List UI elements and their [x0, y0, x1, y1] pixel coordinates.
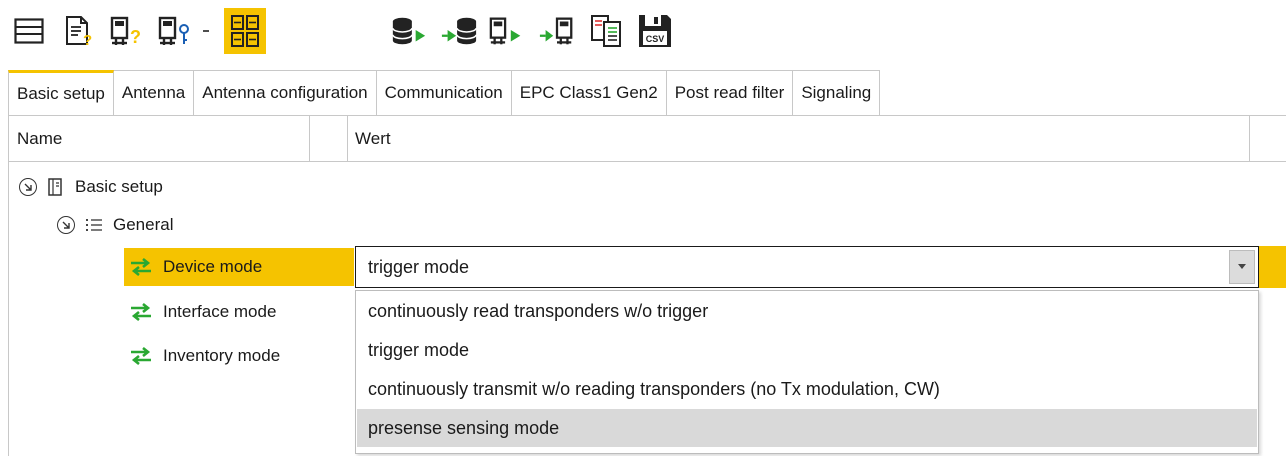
combobox-value: trigger mode: [368, 256, 470, 277]
property-row-interface-mode[interactable]: Interface mode: [124, 293, 354, 331]
tab-label: Antenna: [121, 83, 186, 102]
reader-help-icon[interactable]: ?: [108, 8, 146, 54]
book-icon: [47, 177, 65, 197]
column-header-name[interactable]: Name: [9, 116, 309, 162]
tab-basic-setup[interactable]: Basic setup: [8, 70, 114, 116]
tree-node-label: Basic setup: [75, 177, 163, 196]
property-grid: Name Wert Basic setup General Device mod…: [8, 116, 1286, 456]
save-csv-icon[interactable]: CSV: [636, 8, 674, 54]
tab-label: Antenna configuration: [202, 83, 368, 102]
dropdown-arrow-icon[interactable]: [196, 8, 216, 54]
tab-label: Basic setup: [17, 84, 105, 103]
dropdown-option[interactable]: continuously read transponders w/o trigg…: [357, 292, 1257, 330]
tree-node-basic-setup[interactable]: Basic setup: [19, 168, 163, 206]
toolbar: ? ? CSV: [0, 0, 1286, 62]
reader-key-icon[interactable]: [156, 8, 194, 54]
tab-antenna[interactable]: Antenna: [113, 70, 195, 116]
list-icon: [85, 217, 103, 233]
database-export-icon[interactable]: [390, 8, 428, 54]
csv-badge: CSV: [646, 34, 665, 44]
tab-communication[interactable]: Communication: [376, 70, 512, 116]
combobox-dropdown-button[interactable]: [1229, 250, 1255, 284]
property-label: Device mode: [163, 257, 263, 276]
svg-text:?: ?: [130, 27, 141, 47]
swap-arrows-icon: [129, 303, 153, 321]
document-help-icon[interactable]: ?: [60, 8, 98, 54]
reader-export-icon[interactable]: [488, 8, 526, 54]
tab-signaling[interactable]: Signaling: [793, 70, 881, 116]
column-header-value[interactable]: Wert: [347, 116, 1247, 162]
column-separator[interactable]: [309, 116, 310, 162]
tab-label: Post read filter: [674, 83, 785, 102]
swap-arrows-icon: [129, 258, 153, 276]
property-row-device-mode[interactable]: Device mode: [124, 248, 354, 286]
tab-antenna-configuration[interactable]: Antenna configuration: [194, 70, 377, 116]
grid-header: Name Wert: [9, 116, 1286, 162]
tab-label: EPC Class1 Gen2: [519, 83, 658, 102]
tree-node-label: General: [113, 215, 174, 234]
collapse-icon[interactable]: [57, 216, 75, 234]
compare-documents-icon[interactable]: [588, 8, 626, 54]
device-mode-combobox[interactable]: trigger mode: [355, 246, 1259, 288]
dropdown-option-highlighted[interactable]: presense sensing mode: [357, 409, 1257, 447]
grid-view-icon[interactable]: [224, 8, 266, 54]
database-import-icon[interactable]: [440, 8, 478, 54]
dropdown-option[interactable]: trigger mode: [357, 331, 1257, 369]
svg-text:?: ?: [83, 32, 92, 47]
property-row-inventory-mode[interactable]: Inventory mode: [124, 337, 354, 375]
dropdown-option[interactable]: continuously transmit w/o reading transp…: [357, 370, 1257, 408]
property-label: Interface mode: [163, 302, 277, 321]
tab-bar: Basic setup Antenna Antenna configuratio…: [8, 70, 881, 116]
reader-import-icon[interactable]: [538, 8, 576, 54]
tab-label: Communication: [384, 83, 503, 102]
tab-epc-class1-gen2[interactable]: EPC Class1 Gen2: [511, 70, 667, 116]
property-label: Inventory mode: [163, 346, 281, 365]
tree-node-general[interactable]: General: [57, 206, 173, 244]
selected-row-highlight: [1259, 246, 1286, 288]
swap-arrows-icon: [129, 347, 153, 365]
chevron-down-icon: [1238, 264, 1246, 269]
column-separator[interactable]: [1249, 116, 1250, 162]
tab-post-read-filter[interactable]: Post read filter: [666, 70, 794, 116]
collapse-icon[interactable]: [19, 178, 37, 196]
tab-label: Signaling: [801, 83, 872, 102]
window-layout-icon[interactable]: [10, 8, 48, 54]
device-mode-dropdown-list: continuously read transponders w/o trigg…: [355, 290, 1259, 454]
